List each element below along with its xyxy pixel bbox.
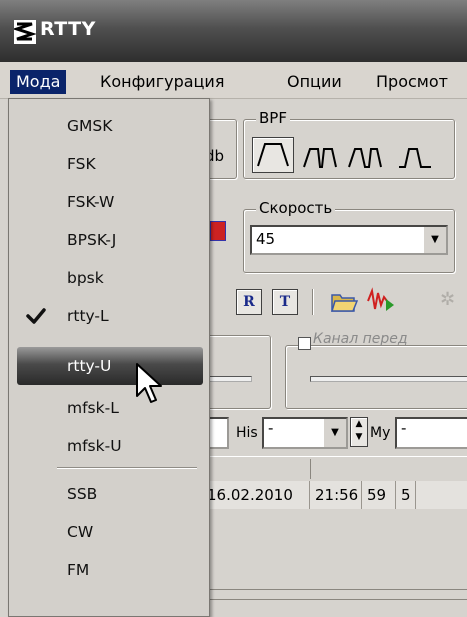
- mode-menu-item-cw[interactable]: CW: [9, 513, 209, 551]
- checkmark-icon: [26, 308, 46, 324]
- log-time: 21:56: [310, 481, 362, 509]
- menu-mode[interactable]: Мода: [10, 70, 67, 94]
- menu-item-label: CW: [67, 523, 94, 541]
- speed-select[interactable]: 45 ▼: [250, 225, 448, 255]
- mode-menu-item-bpsk[interactable]: bpsk: [9, 259, 209, 297]
- my-select[interactable]: -: [395, 417, 467, 449]
- mode-menu-item-fm[interactable]: FM: [9, 551, 209, 589]
- tx-channel-checkbox[interactable]: [298, 337, 311, 350]
- bpf-filter-1-button[interactable]: [252, 137, 294, 173]
- tx-channel-label: Канал перед: [313, 331, 408, 347]
- menu-item-label: SSB: [67, 485, 98, 503]
- title-bar: RTTY: [0, 0, 467, 62]
- menu-item-label: GMSK: [67, 117, 113, 135]
- mode-menu-item-ssb[interactable]: SSB: [9, 475, 209, 513]
- menu-item-label: FSK-W: [67, 193, 115, 211]
- r-button[interactable]: R: [236, 289, 262, 315]
- waveform-icon[interactable]: [366, 287, 396, 313]
- menu-options[interactable]: Опции: [287, 70, 342, 94]
- menu-item-label: BPSK-J: [67, 231, 117, 249]
- my-value: -: [401, 419, 407, 437]
- bpf-narrow-icon: [257, 143, 289, 167]
- menu-item-label: bpsk: [67, 269, 104, 287]
- mode-menu-item-fsk[interactable]: FSK: [9, 145, 209, 183]
- mode-menu-item-mfsk-l[interactable]: mfsk-L: [9, 389, 209, 427]
- bpf-filter-3-button[interactable]: [345, 141, 385, 171]
- log-rst-sent: 59: [362, 481, 396, 509]
- menu-bar: Мода Конфигурация Опции Просмот: [0, 62, 467, 99]
- mode-menu-item-bpsk-j[interactable]: BPSK-J: [9, 221, 209, 259]
- toolbar-separator: [312, 289, 314, 315]
- bpf-filter-4-button[interactable]: [395, 141, 435, 171]
- menu-configuration[interactable]: Конфигурация: [100, 70, 224, 94]
- log-date: 16.02.2010: [202, 481, 310, 509]
- record-icon: [210, 221, 226, 241]
- log-rst-received: 5: [396, 481, 416, 509]
- speed-value: 45: [256, 230, 276, 248]
- chevron-down-icon[interactable]: ▼: [322, 419, 346, 447]
- menu-separator: [57, 467, 197, 469]
- mode-menu-item-mfsk-u[interactable]: mfsk-U: [9, 427, 209, 465]
- menu-view[interactable]: Просмот: [376, 70, 448, 94]
- my-label: My: [370, 425, 391, 441]
- mouse-cursor-icon: [136, 363, 162, 403]
- toolbar-overflow-icon: ✲: [440, 289, 456, 310]
- mode-menu-item-rtty-l[interactable]: rtty-L: [9, 297, 209, 335]
- chevron-down-icon[interactable]: ▼: [422, 227, 446, 253]
- menu-item-label: mfsk-L: [67, 399, 119, 417]
- header-divider: [310, 459, 311, 479]
- bpf-filter-2-button[interactable]: [300, 141, 340, 171]
- bpf-label: BPF: [256, 109, 290, 127]
- his-spinner[interactable]: ▲ ▼: [350, 417, 368, 447]
- menu-item-label: FSK: [67, 155, 96, 173]
- menu-item-label: rtty-U: [67, 357, 112, 375]
- tx-channel-slider[interactable]: [310, 376, 467, 382]
- mode-menu-item-rtty-u[interactable]: rtty-U: [17, 347, 203, 385]
- log-table-row[interactable]: 16.02.2010 21:56 59 5: [190, 481, 467, 509]
- his-label: His: [236, 425, 258, 441]
- window-title: RTTY: [40, 18, 96, 40]
- speed-label: Скорость: [256, 199, 336, 217]
- mode-menu-dropdown: GMSK FSK FSK-W BPSK-J bpsk rtty-L rtty-U…: [8, 98, 210, 617]
- mode-menu-item-fsk-w[interactable]: FSK-W: [9, 183, 209, 221]
- open-folder-icon[interactable]: [330, 289, 358, 313]
- menu-item-label: rtty-L: [67, 307, 109, 325]
- rtty-app-icon: [14, 20, 36, 44]
- t-button[interactable]: T: [272, 289, 298, 315]
- mode-menu-item-gmsk[interactable]: GMSK: [9, 107, 209, 145]
- menu-item-label: mfsk-U: [67, 437, 122, 455]
- log-table-body: [190, 509, 467, 590]
- his-select[interactable]: - ▼: [262, 417, 348, 449]
- menu-item-label: FM: [67, 561, 90, 579]
- his-value: -: [268, 419, 274, 437]
- log-table-header: [190, 456, 467, 482]
